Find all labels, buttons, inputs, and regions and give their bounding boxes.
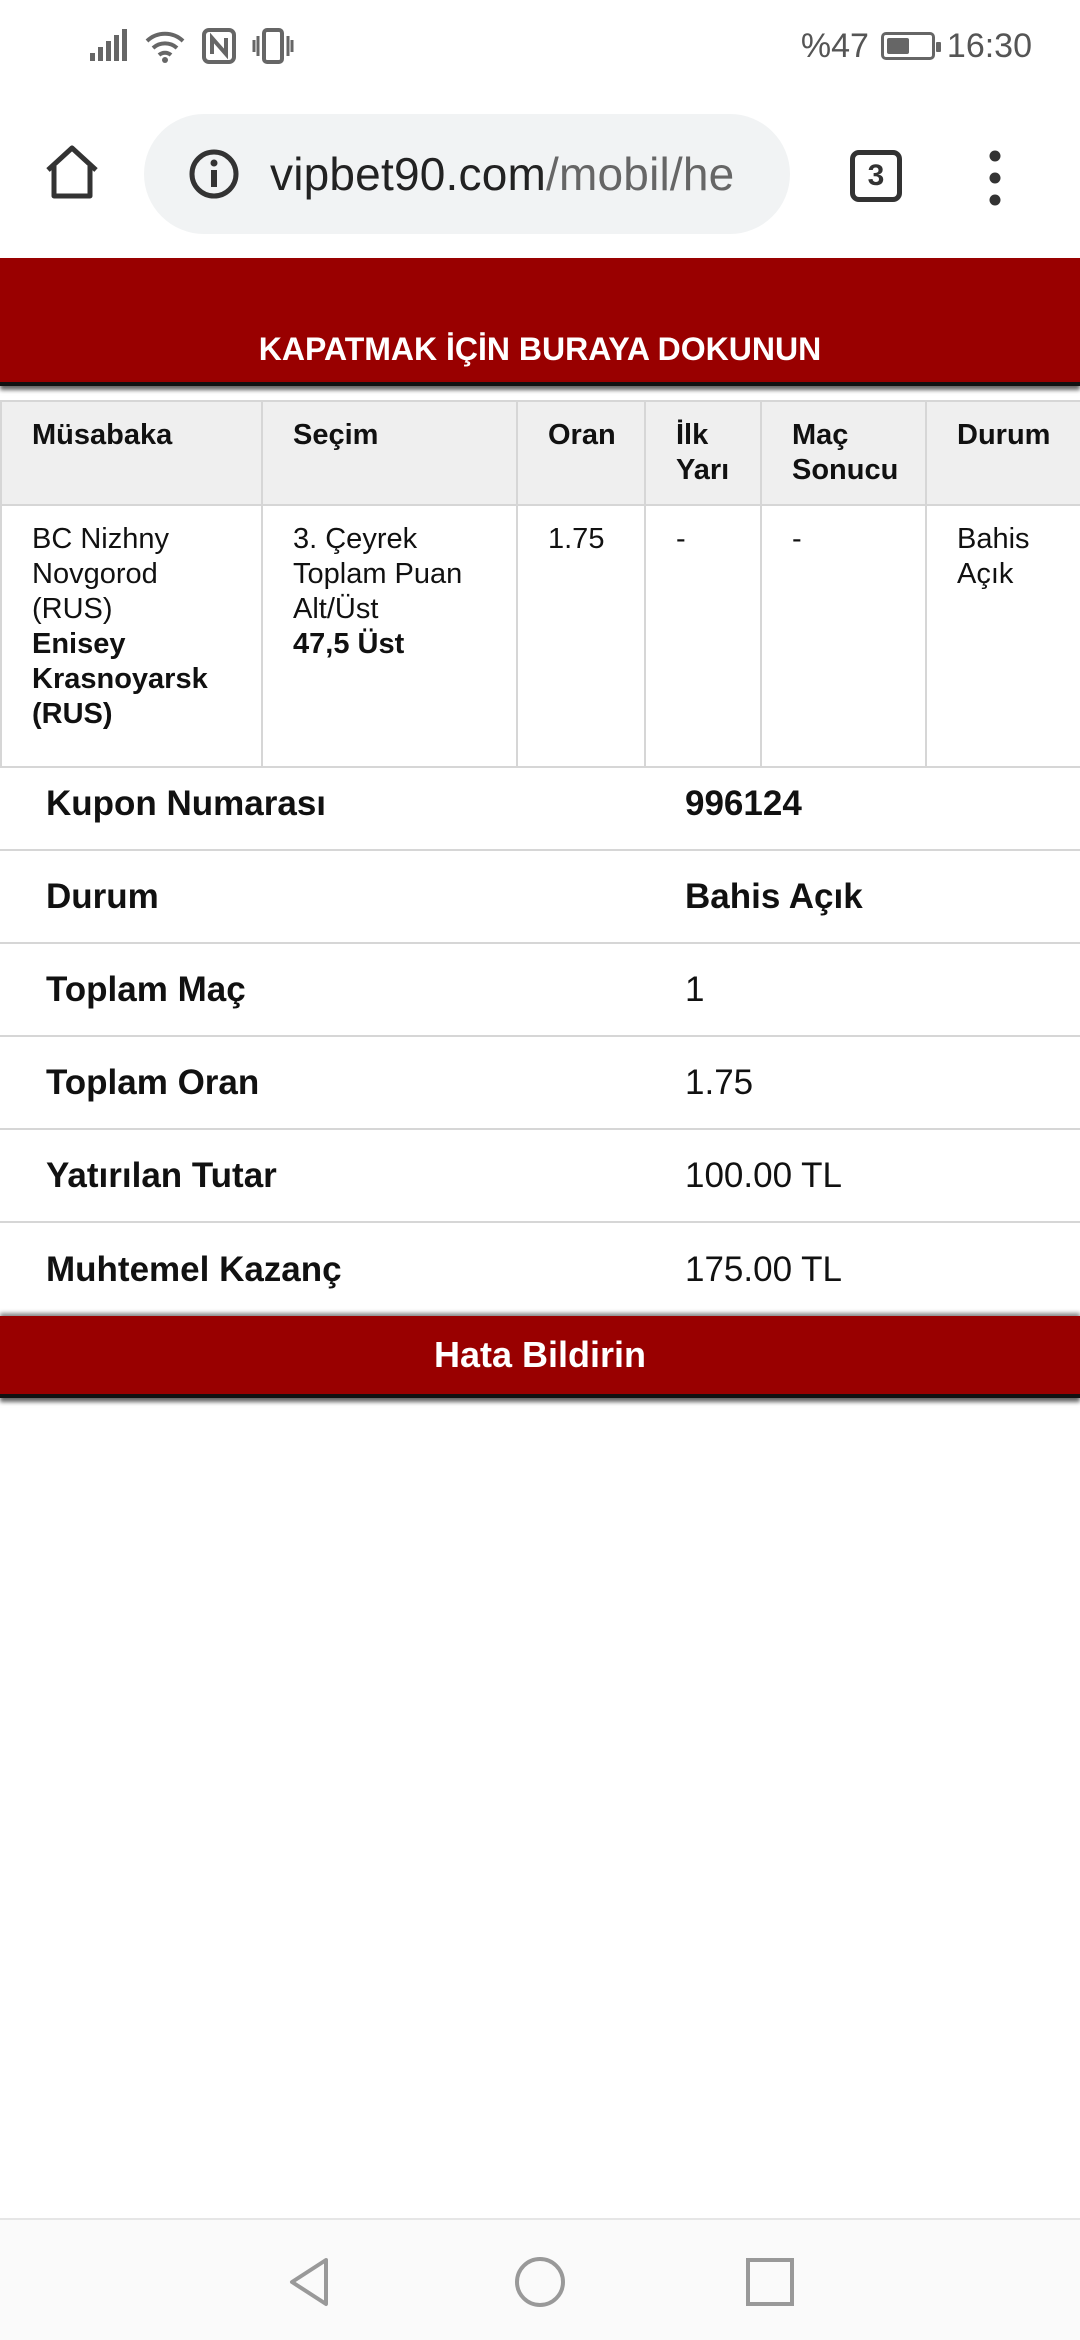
back-icon[interactable] xyxy=(282,2254,338,2310)
summary-row-status: Durum Bahis Açık xyxy=(0,851,1080,944)
cell-match: BC Nizhny Novgorod (RUS) Enisey Krasnoyar… xyxy=(0,504,263,768)
header-first-half: İlk Yarı xyxy=(644,400,762,506)
header-status: Durum xyxy=(925,400,1080,506)
summary-value: 1.75 xyxy=(685,1062,754,1102)
url-bar[interactable]: vipbet90.com/mobil/he xyxy=(144,114,790,234)
recents-icon[interactable] xyxy=(742,2254,798,2310)
summary-value: 996124 xyxy=(685,783,802,823)
coupon-summary: Kupon Numarası 996124 Durum Bahis Açık T… xyxy=(0,758,1080,1316)
home-icon[interactable] xyxy=(42,142,102,202)
report-error-label: Hata Bildirin xyxy=(433,1334,647,1375)
vibrate-icon xyxy=(252,28,294,64)
summary-row-total-matches: Toplam Maç 1 xyxy=(0,944,1080,1037)
status-time: 16:30 xyxy=(946,26,1032,65)
browser-toolbar: vipbet90.com/mobil/he 3 xyxy=(0,108,1080,244)
tabs-icon[interactable]: 3 xyxy=(850,150,902,202)
status-bar: %47 16:30 xyxy=(0,0,1080,92)
report-error-button[interactable]: Hata Bildirin xyxy=(0,1316,1080,1398)
info-icon[interactable] xyxy=(188,148,240,200)
header-result: Maç Sonucu xyxy=(760,400,927,506)
cell-odds: 1.75 xyxy=(516,504,646,768)
navigation-bar xyxy=(0,2218,1080,2340)
url-path: /mobil/he xyxy=(546,148,735,200)
status-right: %47 16:30 xyxy=(801,27,1032,66)
summary-value: 1 xyxy=(685,969,705,1009)
home-circle-icon[interactable] xyxy=(512,2254,568,2310)
summary-row-stake: Yatırılan Tutar 100.00 TL xyxy=(0,1130,1080,1223)
summary-row-coupon-number: Kupon Numarası 996124 xyxy=(0,758,1080,851)
close-banner-text: KAPATMAK İÇİN BURAYA DOKUNUN xyxy=(258,331,822,367)
battery-percent: %47 xyxy=(800,26,869,65)
away-team: Enisey Krasnoyarsk (RUS) xyxy=(32,628,208,730)
summary-label: Durum xyxy=(46,876,159,916)
status-icons xyxy=(88,28,294,64)
header-odds: Oran xyxy=(516,400,646,506)
summary-row-potential-win: Muhtemel Kazanç 175.00 TL xyxy=(0,1223,1080,1316)
cell-status: Bahis Açık xyxy=(925,504,1080,768)
wifi-icon xyxy=(145,31,185,63)
summary-label: Yatırılan Tutar xyxy=(46,1155,277,1195)
summary-label: Muhtemel Kazanç xyxy=(46,1249,342,1289)
cell-selection: 3. Çeyrek Toplam Puan Alt/Üst 47,5 Üst xyxy=(261,504,518,768)
summary-label: Kupon Numarası xyxy=(46,783,327,823)
cell-first-half: - xyxy=(644,504,762,768)
url-text[interactable]: vipbet90.com/mobil/he xyxy=(270,147,734,201)
header-selection: Seçim xyxy=(261,400,518,506)
tab-count: 3 xyxy=(867,159,885,192)
summary-label: Toplam Maç xyxy=(46,969,246,1009)
more-vert-icon[interactable] xyxy=(980,148,1010,208)
close-banner[interactable]: KAPATMAK İÇİN BURAYA DOKUNUN xyxy=(0,258,1080,386)
cell-result: - xyxy=(760,504,927,768)
table-row: BC Nizhny Novgorod (RUS) Enisey Krasnoyar… xyxy=(0,504,1080,768)
table-header-row: Müsabaka Seçim Oran İlk Yarı Maç Sonucu Du… xyxy=(0,400,1080,506)
summary-value: 100.00 TL xyxy=(685,1155,842,1195)
summary-value: Bahis Açık xyxy=(685,876,863,916)
summary-label: Toplam Oran xyxy=(46,1062,260,1102)
signal-icon xyxy=(90,29,127,61)
selection-pick: 47,5 Üst xyxy=(293,628,405,660)
nfc-icon xyxy=(202,28,236,64)
summary-row-total-odds: Toplam Oran 1.75 xyxy=(0,1037,1080,1130)
bet-table: Müsabaka Seçim Oran İlk Yarı Maç Sonucu Du… xyxy=(0,400,1080,768)
summary-value: 175.00 TL xyxy=(685,1249,842,1289)
header-match: Müsabaka xyxy=(0,400,263,506)
url-domain: vipbet90.com xyxy=(270,148,546,200)
battery-icon xyxy=(880,32,941,60)
